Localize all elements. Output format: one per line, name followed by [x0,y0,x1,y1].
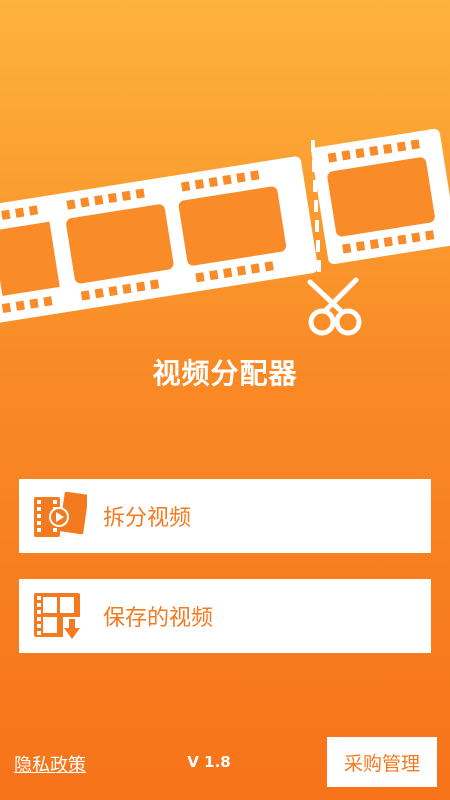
privacy-policy-link[interactable]: 隐私政策 [14,751,86,777]
app-title: 视频分配器 [152,357,298,390]
split-video-label: 拆分视频 [103,506,192,531]
split-video-button[interactable]: 拆分视频 [19,479,431,553]
saved-videos-button[interactable]: 保存的视频 [19,579,431,653]
saved-videos-label: 保存的视频 [103,606,214,631]
version-label: V 1.8 [187,753,231,771]
purchase-management-button[interactable]: 采购管理 [327,737,437,787]
film-strip-scissors-icon [0,128,450,336]
video-split-icon [34,491,87,537]
saved-video-icon [34,593,81,639]
